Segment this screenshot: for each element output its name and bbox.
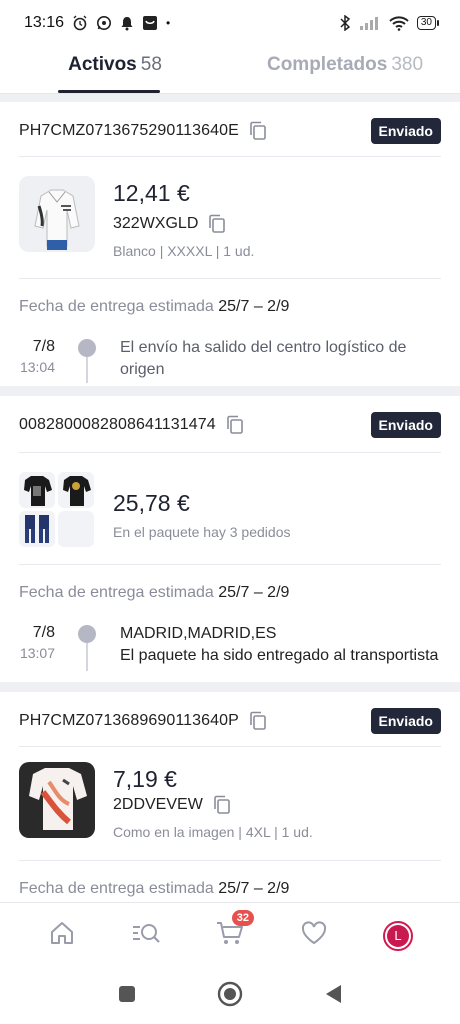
back-button[interactable] (323, 983, 343, 1010)
divider (19, 156, 441, 157)
product-variant: Como en la imagen | 4XL | 1 ud. (113, 824, 313, 840)
copy-icon[interactable] (226, 415, 244, 435)
tab-activos[interactable]: Activos 58 (0, 46, 230, 93)
cart-count-badge: 32 (231, 909, 254, 926)
divider (19, 278, 441, 279)
event-location: MADRID,MADRID,ES (120, 625, 277, 642)
nav-favorites[interactable] (292, 914, 336, 958)
tab-label: Completados (266, 54, 388, 75)
whatsapp-icon (96, 15, 112, 31)
tab-count: 380 (391, 54, 424, 75)
package-note: En el paquete hay 3 pedidos (113, 524, 291, 540)
divider (19, 860, 441, 861)
status-badge: Enviado (370, 708, 441, 734)
divider (19, 452, 441, 453)
event-date: 7/8 (32, 624, 55, 641)
search-list-icon (131, 919, 161, 952)
event-description: El paquete ha sido entregado al transpor… (120, 647, 439, 664)
tracking-number: 0082800082808641131474 (19, 416, 216, 433)
eta-dates: 25/7 – 2/9 (218, 584, 290, 601)
copy-icon[interactable] (249, 121, 267, 141)
nav-home[interactable] (40, 914, 84, 958)
eta-label: Fecha de entrega estimada (19, 584, 214, 601)
home-button[interactable] (217, 981, 243, 1012)
nav-search[interactable] (124, 914, 168, 958)
copy-icon[interactable] (249, 711, 267, 731)
signal-icon (359, 15, 381, 31)
bell-icon (120, 15, 134, 31)
product-image[interactable] (19, 762, 95, 838)
order-card[interactable]: PH7CMZ0713689690113640P Enviado 7,19 € 2… (0, 692, 460, 902)
tab-label: Activos (68, 54, 137, 75)
eta-label: Fecha de entrega estimada (19, 298, 214, 315)
copy-icon[interactable] (213, 795, 231, 815)
wifi-icon (389, 15, 409, 31)
estimated-delivery: Fecha de entrega estimada 25/7 – 2/9 (19, 298, 289, 316)
nav-profile[interactable]: L (376, 914, 420, 958)
heart-icon (300, 920, 328, 951)
event-time: 13:07 (19, 645, 55, 661)
home-icon (48, 919, 76, 952)
battery-indicator: 30 (416, 16, 440, 30)
product-variant: Blanco | XXXXL | 1 ud. (113, 243, 255, 259)
bottom-navigation: 32 L (0, 902, 460, 968)
product-sku: 2DDVEVEW (113, 796, 203, 813)
product-image[interactable] (58, 472, 94, 508)
avatar: L (383, 920, 413, 951)
battery-level: 30 (420, 17, 432, 28)
divider (19, 746, 441, 747)
timeline-line (86, 643, 88, 671)
status-dot: • (166, 16, 171, 30)
product-sku: 322WXGLD (113, 215, 199, 232)
product-image[interactable] (19, 511, 55, 547)
estimated-delivery: Fecha de entrega estimada 25/7 – 2/9 (19, 880, 289, 898)
alarm-icon (72, 15, 88, 31)
timeline-dot (78, 339, 96, 357)
timeline-line (86, 357, 88, 383)
avatar-letter: L (387, 924, 409, 947)
order-price: 25,78 € (113, 490, 190, 516)
estimated-delivery: Fecha de entrega estimada 25/7 – 2/9 (19, 584, 289, 602)
event-date: 7/8 (32, 338, 55, 355)
tracking-number: PH7CMZ0713689690113640P (19, 712, 239, 729)
orders-list[interactable]: PH7CMZ0713675290113640E Enviado 12,41 € … (0, 94, 460, 902)
status-bar: 13:16 • 30 (0, 0, 460, 46)
event-time: 13:04 (19, 359, 55, 375)
tracking-number: PH7CMZ0713675290113640E (19, 122, 239, 139)
bluetooth-icon (339, 15, 351, 31)
tab-count: 58 (140, 54, 162, 75)
status-badge: Enviado (370, 412, 441, 438)
eta-dates: 25/7 – 2/9 (218, 880, 290, 897)
divider (19, 564, 441, 565)
product-image[interactable] (19, 472, 55, 508)
shop-icon (142, 15, 158, 31)
timeline-dot (78, 625, 96, 643)
order-card[interactable]: 0082800082808641131474 Enviado 25,78 € E… (0, 396, 460, 682)
copy-icon[interactable] (208, 214, 226, 234)
recents-button[interactable] (117, 984, 137, 1009)
order-card[interactable]: PH7CMZ0713675290113640E Enviado 12,41 € … (0, 102, 460, 386)
order-price: 7,19 € (113, 766, 177, 792)
eta-dates: 25/7 – 2/9 (218, 298, 290, 315)
active-tab-indicator (58, 90, 160, 93)
tab-completados[interactable]: Completados 380 (230, 46, 460, 93)
eta-label: Fecha de entrega estimada (19, 880, 214, 897)
product-image-placeholder (58, 511, 94, 547)
event-text-line: origen (120, 361, 165, 378)
event-description: El envío ha salido del centro logístico … (120, 337, 406, 381)
system-navigation (0, 968, 460, 1024)
status-badge: Enviado (370, 118, 441, 144)
nav-cart[interactable]: 32 (208, 909, 254, 958)
order-tabs: Activos 58 Completados 380 (0, 46, 460, 94)
status-time: 13:16 (24, 14, 65, 31)
order-price: 12,41 € (113, 180, 190, 206)
event-text-line: El envío ha salido del centro logístico … (120, 339, 407, 356)
product-image[interactable] (19, 176, 95, 252)
